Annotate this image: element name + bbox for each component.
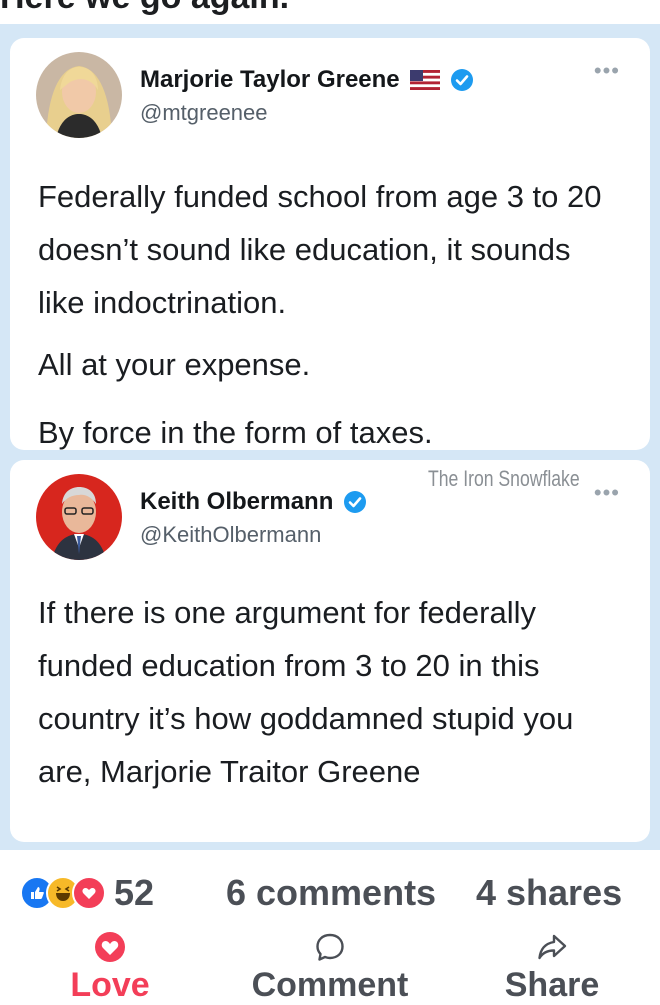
tweet-card-olbermann: Keith Olbermann @KeithOlbermann ••• If t…: [10, 460, 650, 842]
author-handle: @mtgreenee: [140, 100, 268, 125]
tweet-text: By force in the form of taxes.: [38, 415, 433, 450]
more-options-icon[interactable]: •••: [594, 480, 620, 506]
comments-count[interactable]: 6 comments: [226, 872, 436, 914]
tweet-card-mtg: Marjorie Taylor Greene @mtgreenee ••• Fe…: [10, 38, 650, 450]
love-icon: [95, 932, 125, 962]
screenshot-image: Marjorie Taylor Greene @mtgreenee ••• Fe…: [0, 24, 660, 850]
top-caption-strip: Here we go again.: [0, 0, 660, 24]
avatar: [36, 474, 122, 560]
comment-icon: [316, 933, 344, 961]
author-name: Keith Olbermann: [140, 488, 334, 515]
comment-label: Comment: [251, 966, 409, 1004]
love-button[interactable]: Love: [62, 930, 158, 1005]
love-icon: [72, 876, 106, 910]
author-handle: @KeithOlbermann: [140, 522, 322, 547]
share-icon: [538, 934, 567, 960]
share-label: Share: [504, 966, 600, 1004]
verified-badge-icon: [344, 491, 367, 513]
tweet-text: Federally funded school from age 3 to 20…: [38, 179, 602, 320]
tweet-text: If there is one argument for federally f…: [38, 595, 574, 789]
reaction-count: 52: [114, 872, 155, 913]
watermark: The Iron Snowflake: [428, 466, 580, 491]
love-label: Love: [70, 966, 150, 1004]
reactions-summary[interactable]: 52: [20, 872, 154, 914]
top-caption: Here we go again.: [0, 0, 289, 17]
us-flag-icon: [409, 70, 440, 90]
author-name: Marjorie Taylor Greene: [140, 66, 400, 93]
comment-button[interactable]: Comment: [240, 930, 420, 1005]
share-button[interactable]: Share: [494, 930, 610, 1005]
tweet-text: All at your expense.: [38, 347, 311, 382]
more-options-icon[interactable]: •••: [594, 58, 620, 84]
avatar: [36, 52, 122, 138]
verified-badge-icon: [450, 69, 473, 91]
shares-count[interactable]: 4 shares: [476, 872, 622, 914]
post-footer: 52 6 comments 4 shares Love Comment Shar…: [0, 850, 660, 1004]
